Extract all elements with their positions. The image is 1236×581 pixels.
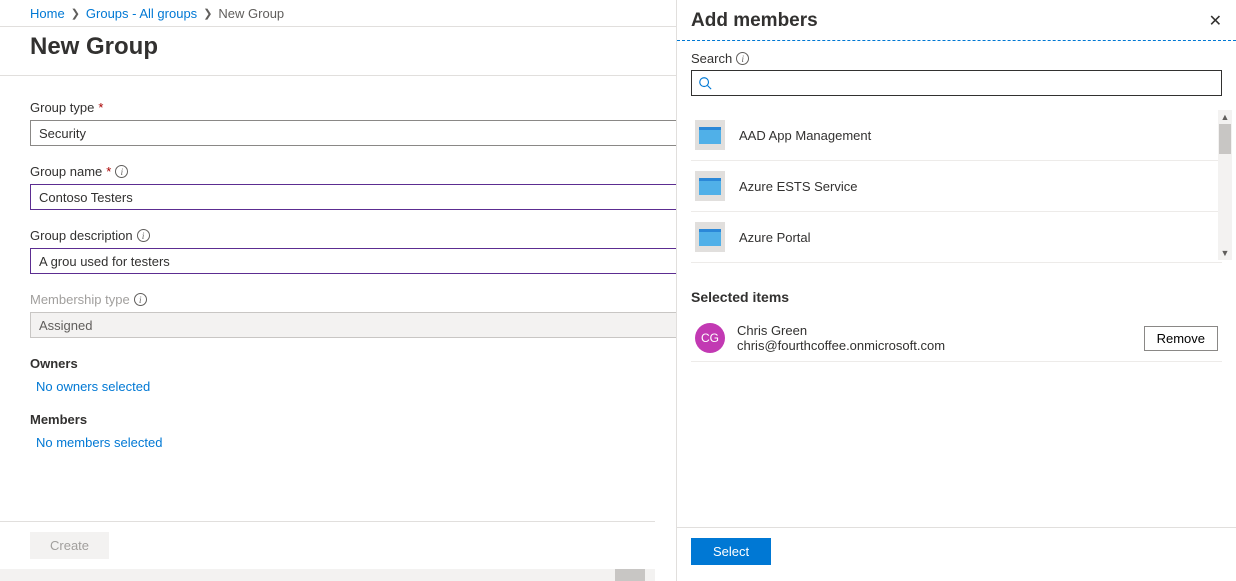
result-name: Azure Portal [739,230,811,245]
breadcrumb-current: New Group [218,6,284,21]
group-type-label: Group type [30,100,94,115]
scroll-up-icon[interactable]: ▲ [1218,110,1232,124]
selected-email: chris@fourthcoffee.onmicrosoft.com [737,338,1132,353]
info-icon[interactable]: i [137,229,150,242]
app-icon [695,171,725,201]
selected-item: CG Chris Green chris@fourthcoffee.onmicr… [691,315,1222,362]
search-label: Search [691,51,732,66]
info-icon[interactable]: i [134,293,147,306]
group-name-value: Contoso Testers [39,190,133,205]
scroll-down-icon[interactable]: ▼ [1218,246,1232,260]
required-indicator: * [106,164,111,179]
info-icon[interactable]: i [115,165,128,178]
remove-button[interactable]: Remove [1144,326,1218,351]
selected-name: Chris Green [737,323,1132,338]
result-name: AAD App Management [739,128,871,143]
group-description-label: Group description [30,228,133,243]
membership-type-value: Assigned [39,318,92,333]
results-list: AAD App Management Azure ESTS Service Az… [691,110,1222,263]
chevron-right-icon: ❯ [203,7,212,20]
avatar: CG [695,323,725,353]
horizontal-scrollbar[interactable] [0,569,655,581]
panel-title: Add members [691,10,818,32]
required-indicator: * [98,100,103,115]
create-button[interactable]: Create [30,532,109,559]
search-icon [698,76,712,90]
info-icon[interactable]: i [736,52,749,65]
form-footer: Create [0,521,655,569]
select-button[interactable]: Select [691,538,771,565]
group-name-label: Group name [30,164,102,179]
result-item[interactable]: Azure ESTS Service [691,161,1222,212]
search-text-field[interactable] [718,76,1215,91]
result-item[interactable]: AAD App Management [691,110,1222,161]
scrollbar-thumb[interactable] [615,569,645,581]
group-type-value: Security [39,126,86,141]
result-item[interactable]: Azure Portal [691,212,1222,263]
selected-items-heading: Selected items [691,289,1222,305]
breadcrumb-groups[interactable]: Groups - All groups [86,6,197,21]
search-input[interactable] [691,70,1222,96]
membership-type-label: Membership type [30,292,130,307]
result-name: Azure ESTS Service [739,179,858,194]
group-description-value: A grou used for testers [39,254,170,269]
close-icon[interactable]: ✕ [1209,11,1222,31]
app-icon [695,120,725,150]
chevron-right-icon: ❯ [71,7,80,20]
panel-footer: Select [677,527,1236,581]
results-scrollbar[interactable]: ▲ ▼ [1218,110,1232,260]
add-members-panel: Add members ✕ Search i AAD App Managemen… [676,0,1236,581]
breadcrumb-home[interactable]: Home [30,6,65,21]
app-icon [695,222,725,252]
scrollbar-thumb[interactable] [1219,124,1231,154]
divider [677,40,1236,41]
